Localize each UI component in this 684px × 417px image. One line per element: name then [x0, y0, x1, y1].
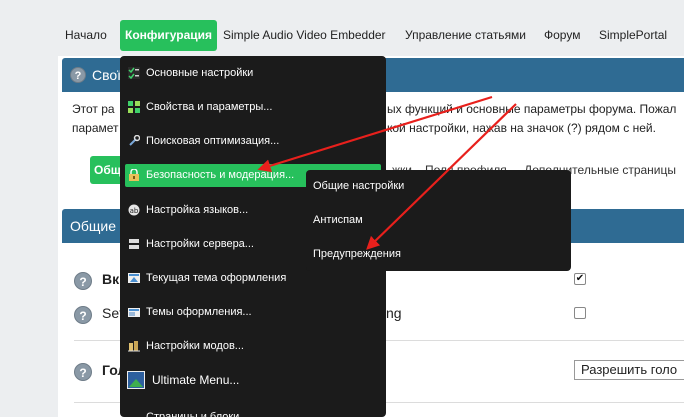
- arrow-to-warnings-item: [366, 103, 517, 250]
- annotation-arrows: [257, 95, 517, 250]
- arrow-to-security-item: [257, 95, 493, 173]
